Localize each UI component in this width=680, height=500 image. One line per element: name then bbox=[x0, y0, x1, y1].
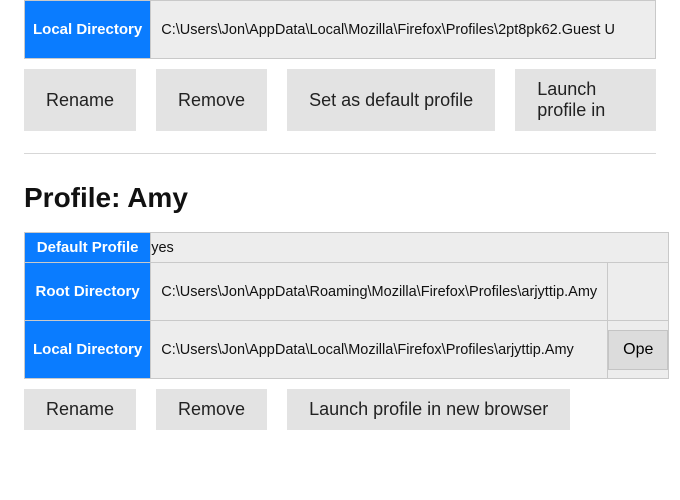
launch-profile-button[interactable]: Launch profile in new browser bbox=[287, 389, 570, 430]
local-directory-value: C:\Users\Jon\AppData\Local\Mozilla\Firef… bbox=[151, 321, 608, 379]
set-default-button[interactable]: Set as default profile bbox=[287, 69, 495, 131]
default-profile-value: yes bbox=[151, 233, 669, 263]
root-directory-action bbox=[608, 263, 669, 321]
profile-heading-amy: Profile: Amy bbox=[24, 182, 656, 214]
default-profile-label: Default Profile bbox=[25, 233, 151, 263]
rename-button[interactable]: Rename bbox=[24, 389, 136, 430]
local-directory-label: Local Directory bbox=[25, 1, 151, 59]
rename-button[interactable]: Rename bbox=[24, 69, 136, 131]
open-folder-button[interactable]: Ope bbox=[608, 330, 668, 370]
local-directory-label: Local Directory bbox=[25, 321, 151, 379]
local-directory-value: C:\Users\Jon\AppData\Local\Mozilla\Firef… bbox=[151, 1, 656, 59]
remove-button[interactable]: Remove bbox=[156, 69, 267, 131]
profile-table-amy: Default Profile yes Root Directory C:\Us… bbox=[24, 232, 669, 379]
profile-actions-guest: Rename Remove Set as default profile Lau… bbox=[24, 69, 656, 154]
remove-button[interactable]: Remove bbox=[156, 389, 267, 430]
root-directory-label: Root Directory bbox=[25, 263, 151, 321]
profile-actions-amy: Rename Remove Launch profile in new brow… bbox=[24, 389, 656, 452]
local-directory-action: Ope bbox=[608, 321, 669, 379]
launch-profile-button[interactable]: Launch profile in bbox=[515, 69, 656, 131]
profile-table-guest: Local Directory C:\Users\Jon\AppData\Loc… bbox=[24, 0, 656, 59]
root-directory-value: C:\Users\Jon\AppData\Roaming\Mozilla\Fir… bbox=[151, 263, 608, 321]
